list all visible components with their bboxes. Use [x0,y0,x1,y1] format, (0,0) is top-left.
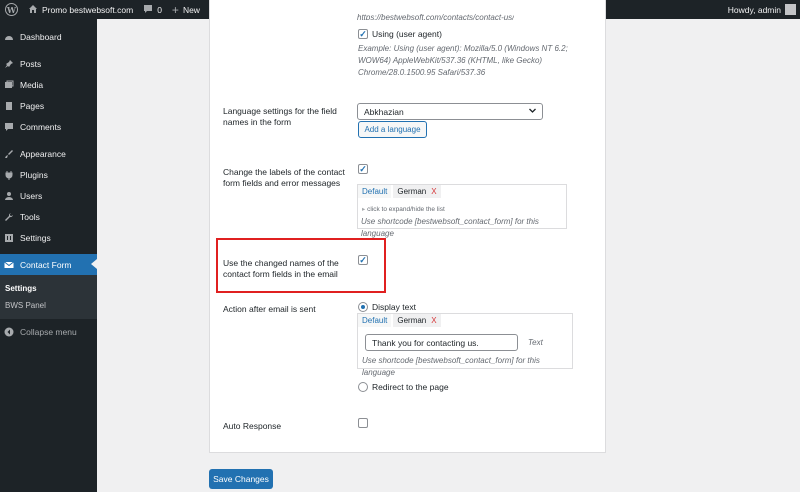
new-label: New [182,4,200,15]
howdy-text: Howdy, admin [727,4,781,15]
chevron-down-icon [528,106,537,117]
tab-label: German [397,187,427,196]
collapse-menu-button[interactable]: Collapse menu [0,321,97,342]
user-agent-label: Using (user agent) [372,29,442,39]
triangle-right-icon: ▸ [362,206,366,213]
comments-count: 0 [157,4,162,15]
close-tab-icon[interactable]: X [431,316,436,325]
sidebar-item-label: Media [20,79,44,90]
wp-logo-menu[interactable]: W [0,0,23,19]
contact-form-submenu: Settings BWS Panel [0,275,97,319]
shortcode-hint-display: Use shortcode [bestwebsoft_contact_form]… [362,356,540,377]
sidebar-item-label: Appearance [20,148,66,159]
sidebar-item-label: Posts [20,58,42,69]
language-select[interactable]: Abkhazian [357,103,543,120]
auto-response-label: Auto Response [223,421,282,431]
wordpress-logo-icon: W [5,3,18,16]
sidebar-item-pages[interactable]: Pages [0,95,97,116]
new-content-link[interactable]: + New [167,0,205,19]
user-agent-checkbox[interactable]: ✓ [358,29,368,39]
text-hint: Text [528,338,543,347]
language-select-value: Abkhazian [364,106,404,117]
display-text-language-tabs: Default German X Thank you for contacting… [357,313,573,377]
sidebar-item-label: Tools [20,211,40,222]
sidebar-item-appearance[interactable]: Appearance [0,143,97,164]
comments-link[interactable]: 0 [138,0,167,19]
sidebar-item-plugins[interactable]: Plugins [0,164,97,185]
tab-label: German [397,316,427,325]
tab-german[interactable]: German X [393,314,441,327]
change-labels-checkbox[interactable]: ✓ [358,164,368,174]
display-text-label: Display text [372,302,416,312]
sidebar-item-settings[interactable]: Settings [0,227,97,248]
pin-icon [4,59,14,69]
tab-label: Default [362,316,388,325]
plus-icon: + [171,2,179,17]
submenu-item-settings[interactable]: Settings [0,280,97,297]
site-name: Promo bestwebsoft.com [42,4,134,15]
user-icon [4,191,14,201]
user-agent-example: Example: Using (user agent): Mozilla/5.0… [358,44,568,77]
comment-bubble-icon [143,4,153,16]
pages-icon [4,101,14,111]
sidebar-item-label: Settings [20,232,51,243]
sidebar-item-label: Pages [20,100,45,111]
tab-default[interactable]: Default [358,314,392,327]
sidebar-item-users[interactable]: Users [0,185,97,206]
display-text-radio[interactable] [358,302,368,312]
settings-form-panel: https://bestwebsoft.com/contacts/contact… [209,0,606,453]
thank-you-text-value: Thank you for contacting us. [372,337,479,348]
sidebar-item-comments[interactable]: Comments [0,116,97,137]
save-changes-button[interactable]: Save Changes [209,469,273,489]
site-name-link[interactable]: Promo bestwebsoft.com [23,0,138,19]
submenu-item-bws-panel[interactable]: BWS Panel [0,297,97,314]
envelope-icon [4,260,14,270]
redirect-radio[interactable] [358,382,368,392]
collapse-menu-label: Collapse menu [20,326,77,337]
plug-icon [4,170,14,180]
settings-icon [4,233,14,243]
sidebar-item-media[interactable]: Media [0,74,97,95]
sidebar-item-dashboard[interactable]: Dashboard [0,26,97,47]
sidebar-item-label: Comments [20,121,62,132]
sidebar-item-label: Dashboard [20,31,62,42]
sidebar-item-label: Plugins [20,169,48,180]
tab-german[interactable]: German X [393,185,441,198]
sidebar-item-posts[interactable]: Posts [0,53,97,74]
tab-default[interactable]: Default [358,185,392,198]
change-labels-label: Change the labels of the contact form fi… [223,167,345,188]
brush-icon [4,149,14,159]
home-icon [28,4,38,16]
expand-list-toggle[interactable]: ▸ click to expand/hide the list [362,205,445,213]
sidebar-item-tools[interactable]: Tools [0,206,97,227]
avatar [785,4,796,15]
highlight-box [216,238,386,293]
account-menu[interactable]: Howdy, admin [723,0,800,19]
sidebar-item-contact-form[interactable]: Contact Form [0,254,97,275]
redirect-label: Redirect to the page [372,382,449,392]
close-tab-icon[interactable]: X [431,187,436,196]
add-language-button[interactable]: Add a language [358,121,427,138]
dashboard-icon [4,32,14,42]
top-url-text: https://bestwebsoft.com/contacts/contact… [357,13,515,20]
sidebar-item-label: Users [20,190,43,201]
collapse-arrow-icon [4,327,14,337]
admin-sidebar: Dashboard Posts Media Pages Comments App… [0,19,97,492]
wrench-icon [4,212,14,222]
language-settings-label: Language settings for the field names in… [223,106,337,127]
labels-language-tabs: Default German X ▸ click to expand/hide t… [357,184,567,238]
auto-response-checkbox[interactable] [358,418,368,428]
action-after-email-label: Action after email is sent [223,304,316,314]
sidebar-item-label: Contact Form [20,259,72,270]
thank-you-text-input[interactable]: Thank you for contacting us. [365,334,518,351]
tab-label: Default [362,187,388,196]
expand-hint: click to expand/hide the list [367,206,445,213]
shortcode-hint-labels: Use shortcode [bestwebsoft_contact_form]… [361,217,539,238]
comment-icon [4,122,14,132]
media-icon [4,80,14,90]
